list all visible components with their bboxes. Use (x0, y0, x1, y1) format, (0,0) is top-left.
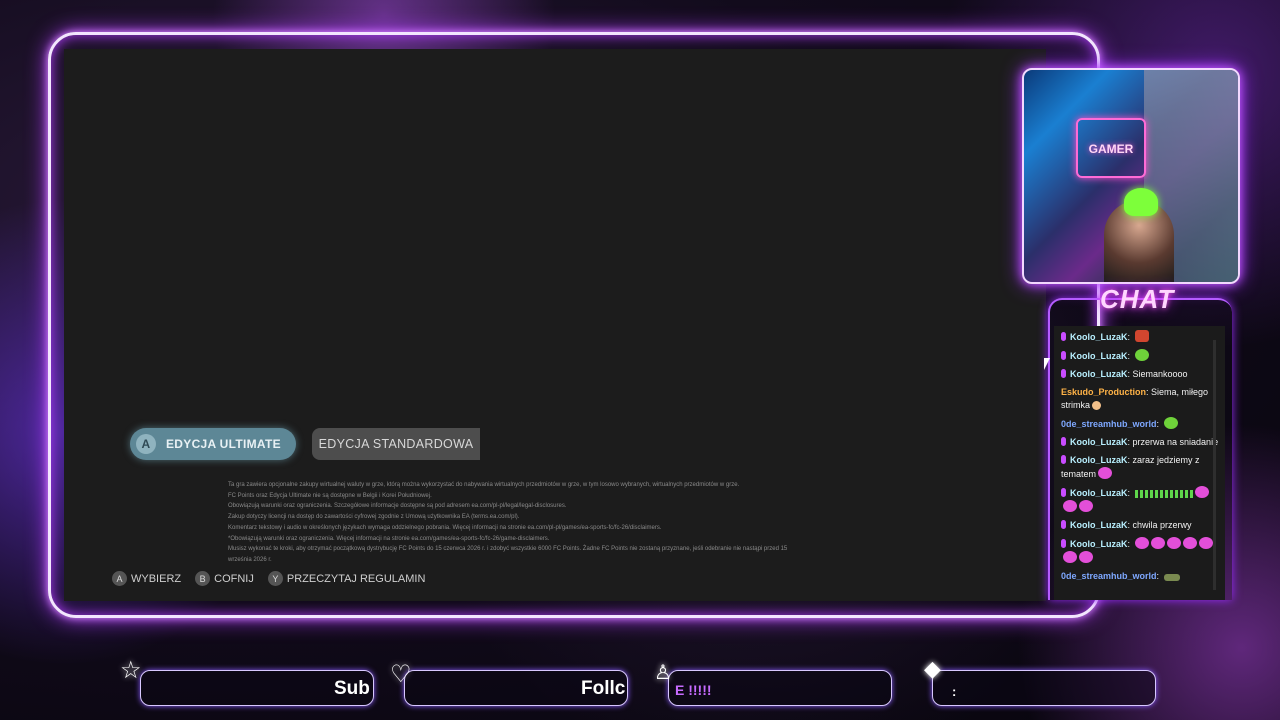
mic-badge-icon (1061, 332, 1066, 341)
chat-message: Koolo_LuzaK: chwila przerwy (1061, 519, 1219, 532)
emote-icon (1194, 486, 1209, 498)
legal-line: Ta gra zawiera opcjonalne zakupy wirtual… (228, 482, 740, 488)
webcam-overlay: GAMER (1022, 68, 1240, 284)
mic-badge-icon (1061, 437, 1066, 446)
emote-icon (1134, 490, 1163, 498)
emote-icon (1079, 551, 1093, 563)
control-label: PRZECZYTAJ REGULAMIN (286, 572, 426, 585)
emote-icon (1092, 401, 1101, 410)
chat-message: Eskudo_Production: Siema, miłego strimka (1061, 386, 1219, 412)
sub-label: Sub (334, 678, 370, 699)
chat-message: Koolo_LuzaK: (1061, 486, 1219, 514)
emote-icon (1134, 349, 1149, 361)
emote-icon (1164, 490, 1193, 498)
chat-separator: : (1127, 488, 1133, 498)
chat-scrollbar[interactable] (1213, 340, 1216, 590)
emote-icon (1163, 417, 1178, 429)
legal-line: *Obowiązują warunki oraz ograniczenia. W… (228, 535, 550, 542)
legal-line: FC Points oraz Edycja Ultimate nie są do… (228, 492, 432, 499)
emote-icon (1079, 500, 1093, 512)
control-label: COFNIJ (214, 572, 254, 585)
emote-icon (1098, 467, 1113, 479)
legal-line: września 2026 r. (228, 556, 272, 563)
chat-text: chwila przerwy (1132, 520, 1192, 530)
emote-icon (1166, 537, 1181, 549)
edition-ultimate-button[interactable]: A EDYCJA ULTIMATE (130, 428, 296, 460)
chat-messages: Koolo_LuzaK: Koolo_LuzaK: Koolo_LuzaK: S… (1054, 326, 1225, 600)
legal-line: Obowiązują warunki oraz ograniczenia. Sz… (228, 503, 567, 510)
emote-icon (1150, 537, 1165, 549)
b-button-icon: B (195, 571, 211, 586)
emote-icon (1063, 500, 1077, 512)
a-button-icon: A (136, 434, 156, 454)
chat-separator: : (1127, 351, 1133, 361)
chat-username[interactable]: Eskudo_Production (1061, 387, 1146, 397)
chat-message: 0de_streamhub_world: (1061, 570, 1219, 583)
chat-username[interactable]: Koolo_LuzaK (1070, 437, 1128, 447)
control-select[interactable]: A WYBIERZ (112, 571, 181, 586)
emote-icon (1134, 537, 1149, 549)
mic-badge-icon (1061, 539, 1066, 548)
control-label: WYBIERZ (131, 572, 182, 585)
chat-username[interactable]: Koolo_LuzaK (1070, 520, 1128, 530)
edition-ultimate-label: EDYCJA ULTIMATE (166, 437, 281, 451)
edition-standard-button[interactable]: EDYCJA STANDARDOWA (312, 428, 480, 460)
gamer-sign-text: GAMER (1088, 142, 1134, 156)
emote-icon (1134, 330, 1149, 342)
chat-message: Koolo_LuzaK: (1061, 330, 1219, 344)
controller-hints: A WYBIERZ B COFNIJ Y PRZECZYTAJ REGULAMI… (112, 571, 425, 586)
legal-disclaimer: Ta gra zawiera opcjonalne zakupy wirtual… (228, 480, 828, 566)
chat-message: Koolo_LuzaK: (1061, 537, 1219, 565)
chat-separator: : (1156, 571, 1162, 581)
chat-username[interactable]: Koolo_LuzaK (1070, 539, 1128, 549)
mic-badge-icon (1061, 455, 1066, 464)
chat-text: Siemankoooo (1132, 369, 1188, 379)
donation-label: : (952, 684, 957, 699)
chat-message: Koolo_LuzaK: przerwa na sniadanie (1061, 436, 1219, 449)
chat-username[interactable]: 0de_streamhub_world (1061, 419, 1157, 429)
chat-username[interactable]: Koolo_LuzaK (1070, 332, 1128, 342)
legal-line: Musisz wykonać te kroki, aby otrzymać po… (228, 546, 788, 553)
a-button-icon: A (112, 571, 127, 586)
chat-separator: : (1127, 539, 1133, 549)
star-icon: ☆ (120, 657, 142, 684)
chat-message: Koolo_LuzaK: Siemankoooo (1061, 368, 1219, 381)
chat-separator: : (1156, 419, 1162, 429)
user-icon: ♙ (654, 662, 672, 684)
mic-badge-icon (1061, 369, 1066, 378)
chat-username[interactable]: Koolo_LuzaK (1070, 351, 1128, 361)
control-read-terms[interactable]: Y PRZECZYTAJ REGULAMIN (267, 571, 426, 586)
gamer-neon-sign: GAMER (1076, 118, 1146, 178)
follow-label: Follc (581, 678, 626, 699)
emote-icon (1198, 537, 1213, 549)
edition-standard-label: EDYCJA STANDARDOWA (318, 437, 474, 451)
chat-separator: : (1127, 332, 1133, 342)
chat-username[interactable]: Koolo_LuzaK (1070, 369, 1128, 379)
viewer-label: E !!!!! (675, 682, 712, 698)
cube-icon: ◆ (924, 656, 941, 681)
emote-icon (1163, 574, 1180, 581)
chat-message: Koolo_LuzaK: (1061, 349, 1219, 363)
chat-message: 0de_streamhub_world: (1061, 417, 1219, 431)
chat-username[interactable]: 0de_streamhub_world (1061, 571, 1157, 581)
streamer-hair (1124, 188, 1158, 216)
heart-icon: ♡ (390, 661, 412, 688)
mic-badge-icon (1061, 351, 1066, 360)
legal-line: Zakup dotyczy licencji na dostęp do zawa… (228, 514, 520, 521)
chat-text: przerwa na sniadanie (1132, 437, 1219, 447)
donation-bar (932, 670, 1156, 706)
mic-badge-icon (1061, 488, 1066, 497)
chat-username[interactable]: Koolo_LuzaK (1070, 455, 1128, 465)
y-button-icon: Y (267, 571, 283, 586)
mouse-cursor-icon (1044, 358, 1050, 370)
legal-line: Komentarz tekstowy i audio w określonych… (228, 524, 662, 531)
mic-badge-icon (1061, 520, 1066, 529)
chat-message: Koolo_LuzaK: zaraz jedziemy z tematem (1061, 454, 1219, 481)
emote-icon (1182, 537, 1197, 549)
chat-title: CHAT (1100, 284, 1175, 314)
chat-username[interactable]: Koolo_LuzaK (1070, 488, 1128, 498)
control-back[interactable]: B COFNIJ (195, 571, 254, 586)
emote-icon (1063, 551, 1077, 563)
